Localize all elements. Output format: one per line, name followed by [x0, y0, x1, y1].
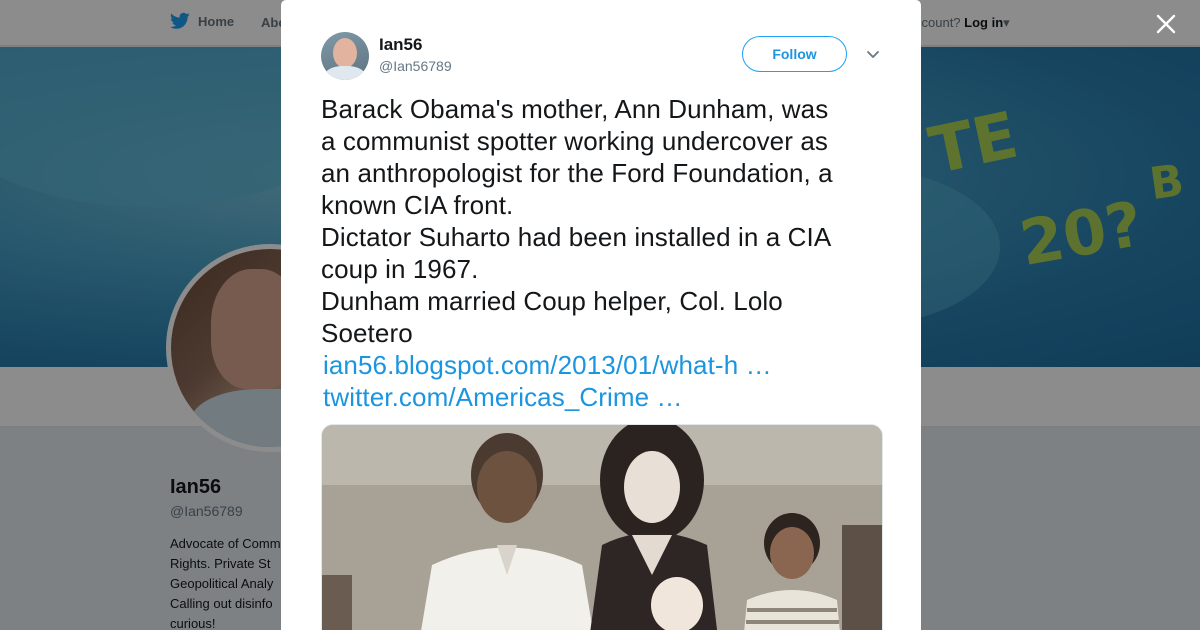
- family-photo-image: [322, 425, 882, 630]
- tweet-text-line: Soetero: [321, 318, 413, 348]
- tweet-text-line: a communist spotter working undercover a…: [321, 126, 828, 156]
- tweet-text-line: Dunham married Coup helper, Col. Lolo: [321, 286, 783, 316]
- tweet-menu-button[interactable]: [861, 44, 885, 64]
- close-icon: [1156, 14, 1176, 34]
- tweet-modal: Ian56 @Ian56789 Follow Barack Obama's mo…: [281, 0, 921, 630]
- close-button[interactable]: [1152, 10, 1180, 38]
- tweet-text-line: an anthropologist for the Ford Foundatio…: [321, 158, 833, 188]
- author-avatar[interactable]: [321, 32, 369, 80]
- author-name[interactable]: Ian56: [379, 35, 422, 55]
- author-handle[interactable]: @Ian56789: [379, 58, 452, 74]
- tweet-text-line: Barack Obama's mother, Ann Dunham, was: [321, 94, 829, 124]
- tweet-text-line: Dictator Suharto had been installed in a…: [321, 222, 832, 252]
- tweet-photo[interactable]: [321, 424, 883, 630]
- tweet-link-twitter[interactable]: twitter.com/Americas_Crime …: [321, 381, 886, 413]
- follow-button[interactable]: Follow: [742, 36, 847, 72]
- tweet-text-line: known CIA front.: [321, 190, 514, 220]
- chevron-down-icon: [867, 51, 879, 58]
- tweet-text-line: coup in 1967.: [321, 254, 479, 284]
- tweet-text: Barack Obama's mother, Ann Dunham, was a…: [321, 93, 886, 413]
- tweet-link-blog[interactable]: ian56.blogspot.com/2013/01/what-h …: [321, 349, 886, 381]
